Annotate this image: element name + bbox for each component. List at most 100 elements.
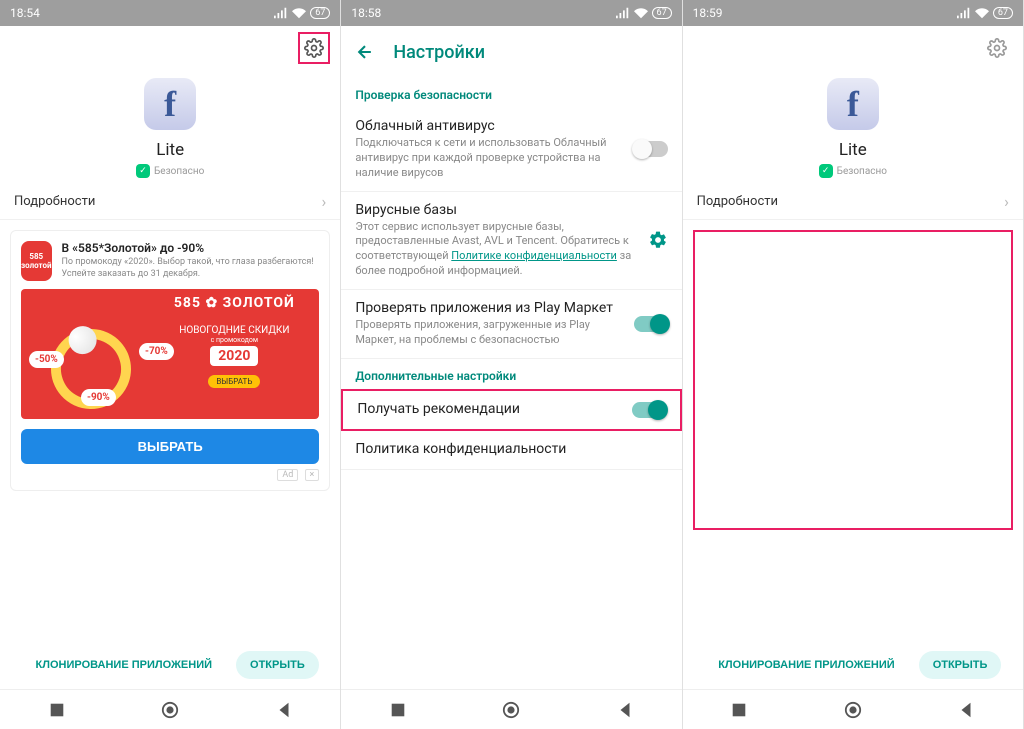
status-time: 18:59 bbox=[693, 6, 723, 20]
wifi-icon bbox=[292, 7, 306, 19]
setting-desc: Проверять приложения, загруженные из Pla… bbox=[355, 318, 623, 348]
ad-banner[interactable]: -50% -70% -90% 585 ✿ ЗОЛОТОЙ НОВОГОДНИЕ … bbox=[21, 289, 319, 419]
app-header: f Lite Безопасно bbox=[0, 70, 340, 184]
banner-promo-label: с промокодом bbox=[159, 336, 309, 344]
setting-desc: Этот сервис использует вирусные базы, пр… bbox=[355, 220, 637, 279]
ad-title: В «585*Золотой» до -90% bbox=[62, 241, 320, 255]
banner-cta: ВЫБРАТЬ bbox=[208, 375, 260, 388]
screen-app-info-no-ad: 18:59 67 f Lite Безопасно Подробности › bbox=[683, 0, 1024, 729]
details-label: Подробности bbox=[14, 194, 95, 209]
recents-button[interactable] bbox=[389, 701, 407, 719]
back-button[interactable] bbox=[275, 701, 293, 719]
app-name: Lite bbox=[839, 140, 867, 160]
setting-title: Получать рекомендации bbox=[357, 401, 621, 417]
status-bar: 18:54 67 bbox=[0, 0, 340, 26]
home-button[interactable] bbox=[844, 701, 862, 719]
bottom-actions: КЛОНИРОВАНИЕ ПРИЛОЖЕНИЙ ОТКРЫТЬ bbox=[0, 641, 340, 689]
banner-promo-code: 2020 bbox=[210, 346, 258, 366]
setting-desc: Подключаться к сети и использовать Облач… bbox=[355, 136, 623, 181]
ad-subtitle: По промокоду «2020». Выбор такой, что гл… bbox=[62, 257, 320, 280]
screen-app-info-with-ad: 18:54 67 f Lite Безопасно Подробности › bbox=[0, 0, 341, 729]
app-header: f Lite Безопасно bbox=[683, 70, 1023, 184]
ad-tag: Ad bbox=[277, 469, 298, 481]
status-icons: 67 bbox=[616, 7, 672, 19]
app-icon: f bbox=[827, 78, 879, 130]
shield-check-icon bbox=[819, 164, 833, 178]
details-row[interactable]: Подробности › bbox=[683, 184, 1023, 220]
safety-label: Безопасно bbox=[154, 166, 204, 177]
gear-icon[interactable] bbox=[304, 38, 324, 58]
toggle-recommendations[interactable] bbox=[632, 402, 666, 418]
app-icon: f bbox=[144, 78, 196, 130]
open-button[interactable]: ОТКРЫТЬ bbox=[236, 651, 319, 679]
toggle-playmarket-check[interactable] bbox=[634, 316, 668, 332]
screen-settings: 18:58 67 Настройки Проверка безопасности… bbox=[341, 0, 682, 729]
back-arrow-icon[interactable] bbox=[355, 42, 375, 62]
status-time: 18:54 bbox=[10, 6, 40, 20]
details-label: Подробности bbox=[697, 194, 778, 209]
select-button[interactable]: ВЫБРАТЬ bbox=[21, 429, 319, 464]
discount-chip: -90% bbox=[81, 389, 116, 406]
shield-check-icon bbox=[136, 164, 150, 178]
setting-privacy-policy[interactable]: Политика конфиденциальности bbox=[341, 431, 681, 470]
ad-card: 585 золотой В «585*Золотой» до -90% По п… bbox=[10, 230, 330, 491]
settings-title: Настройки bbox=[393, 42, 485, 63]
system-navbar bbox=[0, 689, 340, 729]
safety-label: Безопасно bbox=[837, 166, 887, 177]
status-bar: 18:59 67 bbox=[683, 0, 1023, 26]
back-button[interactable] bbox=[616, 701, 634, 719]
wifi-icon bbox=[975, 7, 989, 19]
system-navbar bbox=[683, 689, 1023, 729]
empty-ad-area-highlight bbox=[693, 230, 1013, 530]
battery-indicator: 67 bbox=[310, 7, 330, 19]
back-button[interactable] bbox=[957, 701, 975, 719]
signal-icon bbox=[274, 7, 288, 19]
setting-title: Политика конфиденциальности bbox=[355, 441, 667, 457]
details-row[interactable]: Подробности › bbox=[0, 184, 340, 220]
status-icons: 67 bbox=[274, 7, 330, 19]
setting-cloud-antivirus[interactable]: Облачный антивирус Подключаться к сети и… bbox=[341, 108, 681, 192]
app-name: Lite bbox=[156, 140, 184, 160]
section-additional-label: Дополнительные настройки bbox=[341, 359, 681, 389]
gear-icon bbox=[987, 38, 1007, 58]
settings-gear[interactable] bbox=[981, 32, 1013, 64]
status-icons: 67 bbox=[957, 7, 1013, 19]
safety-status: Безопасно bbox=[819, 164, 887, 178]
discount-chip: -50% bbox=[29, 351, 64, 368]
setting-recommendations-highlight[interactable]: Получать рекомендации bbox=[341, 389, 681, 431]
setting-title: Вирусные базы bbox=[355, 202, 637, 218]
gear-icon[interactable] bbox=[648, 230, 668, 250]
battery-indicator: 67 bbox=[652, 7, 672, 19]
setting-virus-db[interactable]: Вирусные базы Этот сервис использует вир… bbox=[341, 192, 681, 290]
banner-headline: НОВОГОДНИЕ СКИДКИ bbox=[159, 325, 309, 336]
settings-header: Настройки bbox=[341, 26, 681, 78]
ad-footer: Ad × bbox=[21, 470, 319, 480]
recents-button[interactable] bbox=[730, 701, 748, 719]
open-button[interactable]: ОТКРЫТЬ bbox=[919, 651, 1002, 679]
status-time: 18:58 bbox=[351, 6, 381, 20]
setting-playmarket-check[interactable]: Проверять приложения из Play Маркет Пров… bbox=[341, 290, 681, 359]
ad-logo: 585 золотой bbox=[21, 241, 52, 281]
clone-button[interactable]: КЛОНИРОВАНИЕ ПРИЛОЖЕНИЙ bbox=[22, 651, 226, 679]
system-navbar bbox=[341, 689, 681, 729]
topbar bbox=[683, 26, 1023, 70]
section-security-label: Проверка безопасности bbox=[341, 78, 681, 108]
privacy-policy-link[interactable]: Политике конфиденциальности bbox=[451, 249, 617, 262]
recents-button[interactable] bbox=[48, 701, 66, 719]
settings-gear-highlight bbox=[298, 32, 330, 64]
banner-brand: 585 ✿ ЗОЛОТОЙ bbox=[159, 295, 309, 311]
clone-button[interactable]: КЛОНИРОВАНИЕ ПРИЛОЖЕНИЙ bbox=[704, 651, 908, 679]
signal-icon bbox=[616, 7, 630, 19]
home-button[interactable] bbox=[161, 701, 179, 719]
wifi-icon bbox=[634, 7, 648, 19]
setting-title: Проверять приложения из Play Маркет bbox=[355, 300, 623, 316]
toggle-cloud-antivirus[interactable] bbox=[634, 141, 668, 157]
home-button[interactable] bbox=[502, 701, 520, 719]
safety-status: Безопасно bbox=[136, 164, 204, 178]
battery-indicator: 67 bbox=[993, 7, 1013, 19]
setting-title: Облачный антивирус bbox=[355, 118, 623, 134]
chevron-right-icon: › bbox=[322, 192, 327, 211]
topbar bbox=[0, 26, 340, 70]
status-bar: 18:58 67 bbox=[341, 0, 681, 26]
ad-close-icon[interactable]: × bbox=[305, 469, 320, 481]
